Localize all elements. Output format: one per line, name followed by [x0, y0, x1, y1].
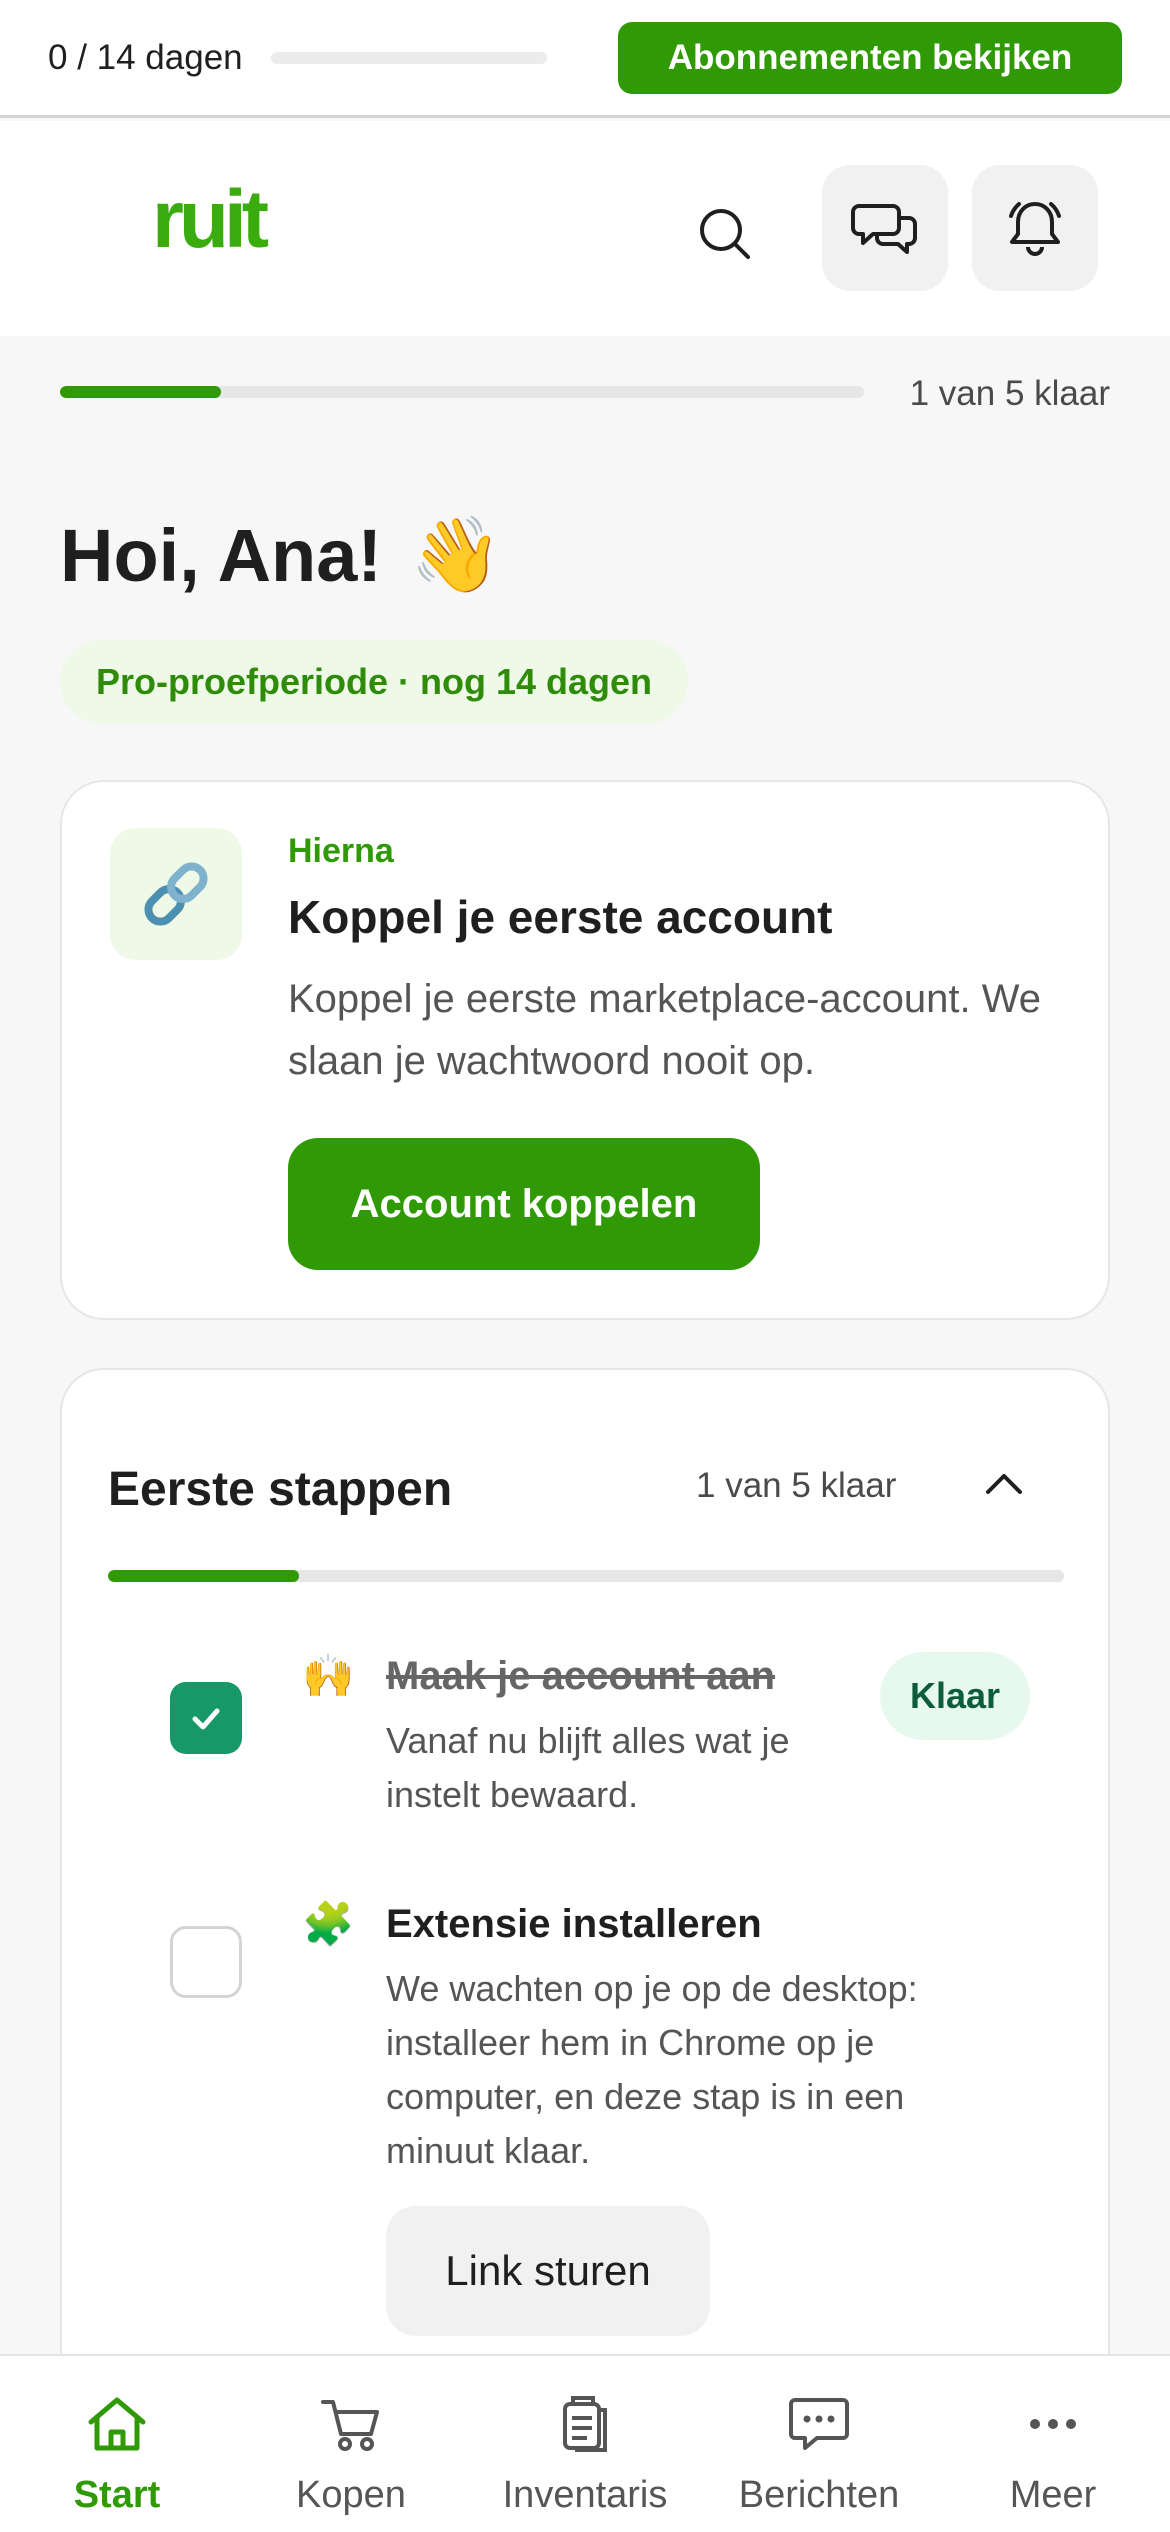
waving-hand-icon: 👋: [410, 513, 503, 596]
send-link-button[interactable]: Link sturen: [386, 2206, 710, 2336]
collapse-steps-button[interactable]: [968, 1448, 1040, 1520]
app-header: ruit: [0, 121, 1170, 336]
next-step-icon-tile: [110, 828, 242, 960]
bottom-navigation: Start Kopen Inventaris Berichten Meer: [0, 2354, 1170, 2532]
onboarding-progress-fill: [60, 386, 221, 398]
chat-icon: [789, 2398, 849, 2450]
home-icon: [88, 2397, 146, 2451]
first-steps-card: Eerste stappen 1 van 5 klaar 🙌 Maak je a…: [60, 1368, 1110, 2368]
first-steps-progress-track: [108, 1570, 1064, 1582]
clipboard-icon: [563, 2396, 607, 2452]
greeting-text: Hoi, Ana!: [60, 514, 383, 597]
view-subscriptions-button[interactable]: Abonnementen bekijken: [618, 22, 1122, 94]
step-title: Extensie installeren: [386, 1902, 762, 1946]
app-logo[interactable]: ruit: [152, 173, 269, 267]
step-description: We wachten op je op de desktop: installe…: [386, 1968, 918, 2171]
next-step-title: Koppel je eerste account: [288, 891, 833, 943]
connect-account-button[interactable]: Account koppelen: [288, 1138, 760, 1270]
first-steps-title: Eerste stappen: [108, 1463, 453, 1516]
next-step-eyebrow: Hierna: [288, 832, 394, 870]
onboarding-progress-track: [60, 386, 864, 398]
messages-icon: [851, 204, 917, 254]
more-icon: [1030, 2419, 1076, 2429]
nav-label: Kopen: [296, 2474, 406, 2516]
search-button[interactable]: [690, 199, 762, 271]
step-description: Vanaf nu blijft alles wat je instelt bew…: [386, 1720, 790, 1815]
chevron-up-icon: [986, 1474, 1022, 1494]
raised-hands-icon: 🙌: [302, 1652, 355, 1699]
messages-button[interactable]: [822, 165, 948, 291]
link-icon: [144, 862, 208, 926]
nav-meer[interactable]: Meer: [936, 2356, 1170, 2532]
trial-day-counter: 0 / 14 dagen: [48, 37, 243, 77]
trial-bar: 0 / 14 dagen Abonnementen bekijken: [0, 0, 1170, 118]
greeting: Hoi, Ana! 👋: [60, 512, 502, 599]
next-step-description: Koppel je eerste marketplace-account. We…: [288, 977, 1041, 1083]
search-icon: [700, 209, 750, 259]
nav-label: Meer: [1009, 2474, 1097, 2516]
trial-progress-track: [270, 51, 547, 64]
bell-icon: [1009, 202, 1061, 256]
notifications-button[interactable]: [972, 165, 1098, 291]
nav-inventaris[interactable]: Inventaris: [468, 2356, 702, 2532]
onboarding-progress-label: 1 van 5 klaar: [909, 374, 1110, 413]
first-steps-progress-fill: [108, 1570, 300, 1582]
cart-icon: [321, 2400, 379, 2451]
nav-label: Inventaris: [502, 2474, 668, 2516]
next-step-card: Hierna Koppel je eerste account Koppel j…: [60, 780, 1110, 1320]
checkmark-icon: [192, 1708, 220, 1730]
nav-start[interactable]: Start: [0, 2356, 234, 2532]
nav-berichten[interactable]: Berichten: [702, 2356, 936, 2532]
nav-kopen[interactable]: Kopen: [234, 2356, 468, 2532]
nav-label: Start: [73, 2474, 161, 2516]
first-steps-count: 1 van 5 klaar: [696, 1466, 897, 1505]
step-title: Maak je account aan: [386, 1654, 776, 1698]
step-checkbox-todo[interactable]: [170, 1926, 242, 1998]
trial-status-pill: Pro-proefperiode · nog 14 dagen: [60, 640, 689, 724]
step-done-badge: Klaar: [880, 1652, 1030, 1740]
nav-label: Berichten: [738, 2474, 900, 2516]
puzzle-piece-icon: 🧩: [302, 1900, 355, 1947]
step-checkbox-done[interactable]: [170, 1682, 242, 1754]
